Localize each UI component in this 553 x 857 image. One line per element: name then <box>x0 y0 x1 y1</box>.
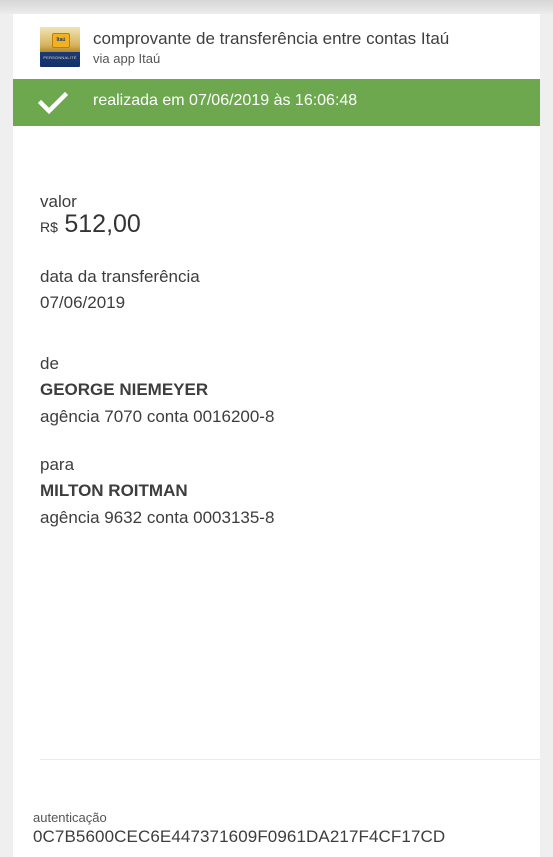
amount-label: valor <box>40 192 77 211</box>
status-text: realizada em 07/06/2019 às 16:06:48 <box>93 92 358 109</box>
to-label: para <box>40 455 75 474</box>
from-name: GEORGE NIEMEYER <box>40 380 209 399</box>
authentication-code: 0C7B5600CEC6E447371609F0961DA217F4CF17CD <box>33 827 446 846</box>
transfer-date-value: 07/06/2019 <box>40 293 126 312</box>
transfer-date-label: data da transferência <box>40 267 200 286</box>
from-label: de <box>40 354 59 373</box>
receipt-title: comprovante de transferência entre conta… <box>93 29 450 48</box>
logo-mark: Itaú <box>52 33 70 48</box>
receipt-header: Itaú PERSONNALITÉ comprovante de transfe… <box>13 14 540 79</box>
amount-value: R$ 512,00 <box>40 210 141 239</box>
receipt-subtitle: via app Itaú <box>93 51 161 66</box>
receipt-card: Itaú PERSONNALITÉ comprovante de transfe… <box>13 14 540 857</box>
to-account: agência 9632 conta 0003135-8 <box>40 508 275 527</box>
to-name: MILTON ROITMAN <box>40 481 188 500</box>
authentication-label: autenticação <box>33 810 107 825</box>
itau-personnalite-logo: Itaú PERSONNALITÉ <box>40 27 80 67</box>
from-account: agência 7070 conta 0016200-8 <box>40 407 275 426</box>
top-shadow <box>0 0 553 14</box>
status-banner: realizada em 07/06/2019 às 16:06:48 <box>13 79 540 126</box>
amount-number: 512,00 <box>64 210 141 238</box>
currency-symbol: R$ <box>40 219 58 235</box>
logo-subtext: PERSONNALITÉ <box>43 55 77 60</box>
divider <box>40 759 540 760</box>
check-icon <box>38 91 68 115</box>
